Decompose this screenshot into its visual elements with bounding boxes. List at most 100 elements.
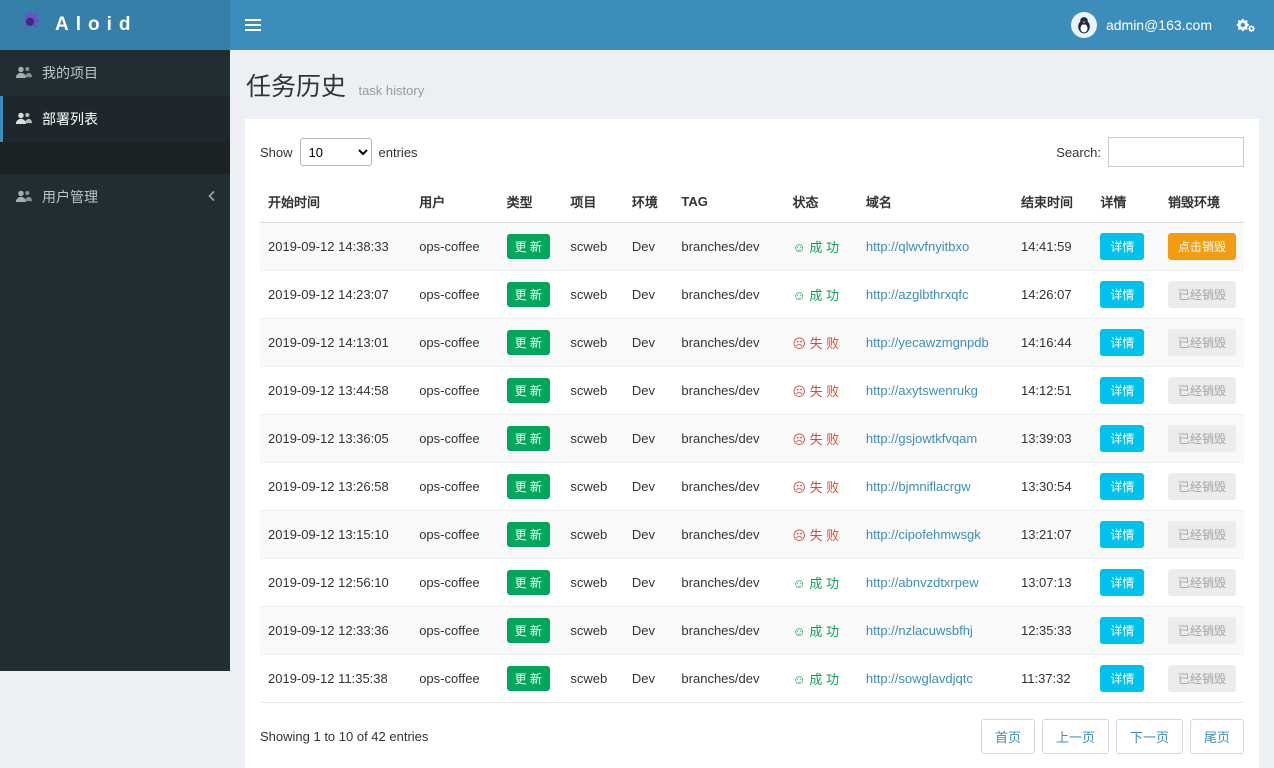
- entries-summary: Showing 1 to 10 of 42 entries: [260, 729, 429, 744]
- domain-link[interactable]: http://cipofehmwsgk: [866, 527, 981, 542]
- table-row: 2019-09-12 11:35:38 ops-coffee 更 新 scweb…: [260, 654, 1244, 703]
- first-page-button[interactable]: 首页: [980, 719, 1035, 754]
- col-type[interactable]: 类型: [498, 181, 563, 223]
- page-subtitle: task history: [358, 83, 425, 98]
- cell-tag: branches/dev: [673, 654, 785, 703]
- cell-domain: http://azglbthrxqfc: [857, 270, 1013, 319]
- cell-end-time: 14:41:59: [1012, 222, 1093, 271]
- detail-button[interactable]: 详情: [1100, 473, 1145, 500]
- task-history-table: 开始时间 用户 类型 项目 环境 TAG 状态 域名 结束时间 详情 销毁环境 …: [260, 181, 1244, 703]
- domain-link[interactable]: http://yecawzmgnpdb: [866, 335, 989, 350]
- destroy-button[interactable]: 点击销毁: [1167, 233, 1236, 260]
- prev-page-button[interactable]: 上一页: [1041, 719, 1109, 754]
- table-row: 2019-09-12 14:38:33 ops-coffee 更 新 scweb…: [260, 222, 1244, 271]
- cell-tag: branches/dev: [673, 510, 785, 559]
- status-text: 成 功: [809, 240, 839, 255]
- destroy-button[interactable]: 已经销毁: [1167, 521, 1236, 548]
- col-env[interactable]: 环境: [623, 181, 674, 223]
- domain-link[interactable]: http://nzlacuwsbfhj: [866, 623, 973, 638]
- col-user[interactable]: 用户: [411, 181, 499, 223]
- destroy-button[interactable]: 已经销毁: [1167, 617, 1236, 644]
- page-size-select[interactable]: 10: [299, 138, 372, 166]
- cell-project: scweb: [562, 510, 624, 559]
- table-row: 2019-09-12 13:36:05 ops-coffee 更 新 scweb…: [260, 414, 1244, 463]
- col-domain[interactable]: 域名: [857, 181, 1013, 223]
- search-input[interactable]: [1108, 137, 1244, 167]
- cell-domain: http://cipofehmwsgk: [857, 510, 1013, 559]
- col-detail[interactable]: 详情: [1092, 181, 1160, 223]
- cell-status: ☹ 失 败: [784, 414, 858, 463]
- detail-button[interactable]: 详情: [1100, 569, 1145, 596]
- cell-project: scweb: [562, 558, 624, 607]
- cell-domain: http://yecawzmgnpdb: [857, 318, 1013, 367]
- sidebar-item-label: 我的项目: [42, 65, 98, 81]
- destroy-button[interactable]: 已经销毁: [1167, 377, 1236, 404]
- cell-project: scweb: [562, 318, 624, 367]
- last-page-button[interactable]: 尾页: [1189, 719, 1244, 754]
- cell-env: Dev: [623, 366, 674, 415]
- domain-link[interactable]: http://azglbthrxqfc: [866, 287, 969, 302]
- domain-link[interactable]: http://sowglavdjqtc: [866, 671, 973, 686]
- destroy-button[interactable]: 已经销毁: [1167, 329, 1236, 356]
- cell-destroy: 点击销毁: [1159, 222, 1244, 271]
- brand[interactable]: Aloid: [0, 0, 230, 50]
- cell-start-time: 2019-09-12 13:44:58: [260, 366, 412, 415]
- cell-detail: 详情: [1092, 414, 1160, 463]
- topbar: Aloid admin@163.com: [0, 0, 1274, 50]
- user-menu[interactable]: admin@163.com: [1070, 0, 1212, 50]
- destroy-button[interactable]: 已经销毁: [1167, 665, 1236, 692]
- status-text: 成 功: [809, 288, 839, 303]
- col-start-time[interactable]: 开始时间: [260, 181, 412, 223]
- type-badge: 更 新: [506, 426, 550, 451]
- col-tag[interactable]: TAG: [673, 181, 785, 223]
- col-end-time[interactable]: 结束时间: [1012, 181, 1093, 223]
- type-badge: 更 新: [506, 474, 550, 499]
- sidebar-item-label: 部署列表: [42, 111, 98, 127]
- domain-link[interactable]: http://qlwvfnyitbxo: [866, 239, 969, 254]
- detail-button[interactable]: 详情: [1100, 377, 1145, 404]
- detail-button[interactable]: 详情: [1100, 329, 1145, 356]
- cell-end-time: 11:37:32: [1012, 654, 1093, 703]
- next-page-button[interactable]: 下一页: [1115, 719, 1183, 754]
- domain-link[interactable]: http://gsjowtkfvqam: [866, 431, 977, 446]
- cell-tag: branches/dev: [673, 462, 785, 511]
- cell-end-time: 12:35:33: [1012, 606, 1093, 655]
- detail-button[interactable]: 详情: [1100, 665, 1145, 692]
- cell-env: Dev: [623, 222, 674, 271]
- col-project[interactable]: 项目: [562, 181, 624, 223]
- destroy-button[interactable]: 已经销毁: [1167, 281, 1236, 308]
- cell-type: 更 新: [498, 558, 563, 607]
- status-face-icon: ☺: [792, 576, 806, 591]
- detail-button[interactable]: 详情: [1100, 425, 1145, 452]
- sidebar-item-deploy-list[interactable]: 部署列表: [0, 96, 230, 142]
- cell-detail: 详情: [1092, 606, 1160, 655]
- domain-link[interactable]: http://axytswenrukg: [866, 383, 978, 398]
- cell-env: Dev: [623, 318, 674, 367]
- detail-button[interactable]: 详情: [1100, 617, 1145, 644]
- sidebar-item-user-management[interactable]: 用户管理: [0, 174, 230, 220]
- type-badge: 更 新: [506, 570, 550, 595]
- settings-gears-icon[interactable]: [1234, 15, 1256, 35]
- col-destroy[interactable]: 销毁环境: [1159, 181, 1244, 223]
- detail-button[interactable]: 详情: [1100, 521, 1145, 548]
- sidebar-item-my-projects[interactable]: 我的项目: [0, 50, 230, 96]
- destroy-button[interactable]: 已经销毁: [1167, 473, 1236, 500]
- destroy-button[interactable]: 已经销毁: [1167, 569, 1236, 596]
- status-badge: ☺ 成 功: [792, 624, 839, 639]
- detail-button[interactable]: 详情: [1100, 233, 1145, 260]
- sidebar-toggle-icon[interactable]: [230, 0, 276, 50]
- cell-user: ops-coffee: [411, 558, 499, 607]
- detail-button[interactable]: 详情: [1100, 281, 1145, 308]
- domain-link[interactable]: http://abnvzdtxrpew: [866, 575, 979, 590]
- destroy-button[interactable]: 已经销毁: [1167, 425, 1236, 452]
- col-status[interactable]: 状态: [784, 181, 858, 223]
- cell-status: ☺ 成 功: [784, 270, 858, 319]
- cell-user: ops-coffee: [411, 318, 499, 367]
- domain-link[interactable]: http://bjmniflacrgw: [866, 479, 971, 494]
- cell-type: 更 新: [498, 654, 563, 703]
- user-email: admin@163.com: [1105, 17, 1212, 33]
- cell-domain: http://nzlacuwsbfhj: [857, 606, 1013, 655]
- submenu-area: [0, 142, 230, 174]
- cell-user: ops-coffee: [411, 606, 499, 655]
- cell-status: ☹ 失 败: [784, 366, 858, 415]
